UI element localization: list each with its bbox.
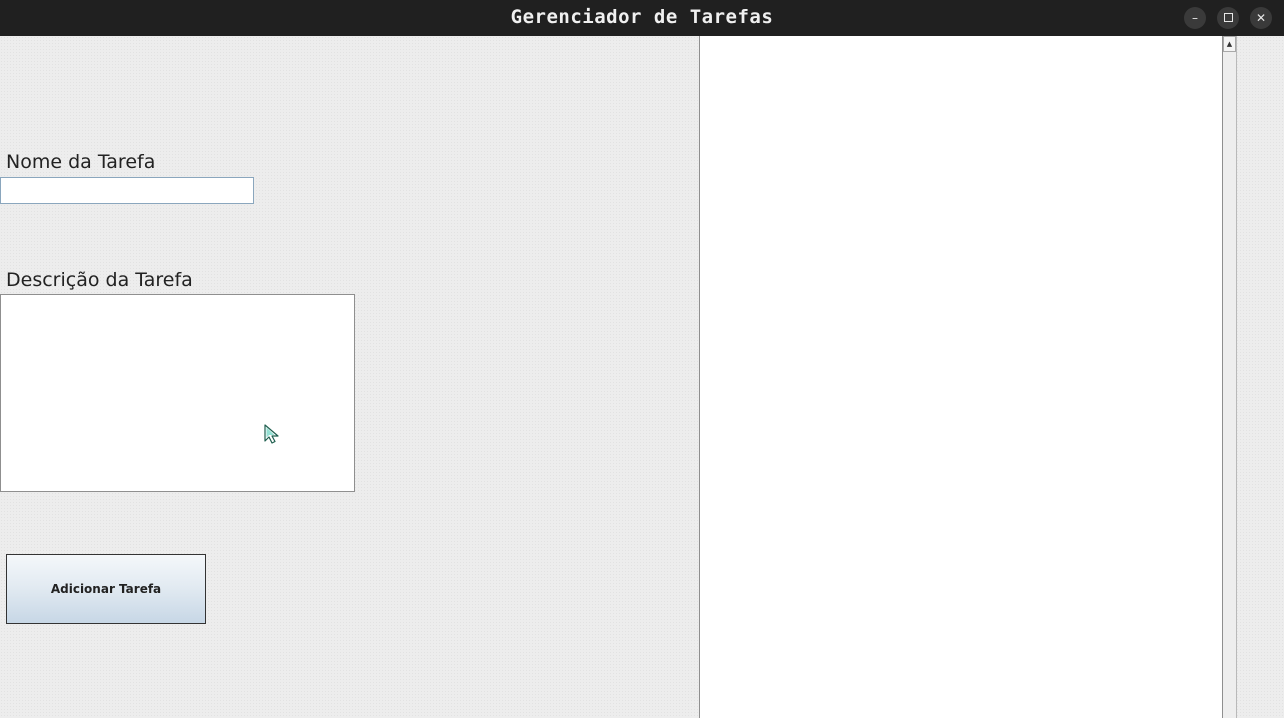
task-name-label: Nome da Tarefa <box>6 151 156 173</box>
task-description-textarea[interactable] <box>0 294 355 492</box>
task-name-input[interactable] <box>0 177 254 204</box>
scroll-up-arrow-icon[interactable]: ▲ <box>1223 36 1236 52</box>
title-bar: Gerenciador de Tarefas – ✕ <box>0 0 1284 36</box>
app-window: Gerenciador de Tarefas – ✕ Nome da Taref… <box>0 0 1284 718</box>
maximize-button[interactable] <box>1217 7 1239 29</box>
task-list[interactable] <box>699 36 1223 718</box>
minimize-button[interactable]: – <box>1184 7 1206 29</box>
task-description-label: Descrição da Tarefa <box>6 269 193 291</box>
close-button[interactable]: ✕ <box>1250 7 1272 29</box>
window-title: Gerenciador de Tarefas <box>510 6 774 28</box>
main-panel: Nome da Tarefa Descrição da Tarefa Adici… <box>0 36 1284 718</box>
maximize-icon <box>1223 13 1233 22</box>
add-task-button[interactable]: Adicionar Tarefa <box>6 554 206 624</box>
task-list-scrollbar[interactable]: ▲ <box>1223 36 1237 718</box>
pointer-cursor-icon <box>264 424 279 444</box>
